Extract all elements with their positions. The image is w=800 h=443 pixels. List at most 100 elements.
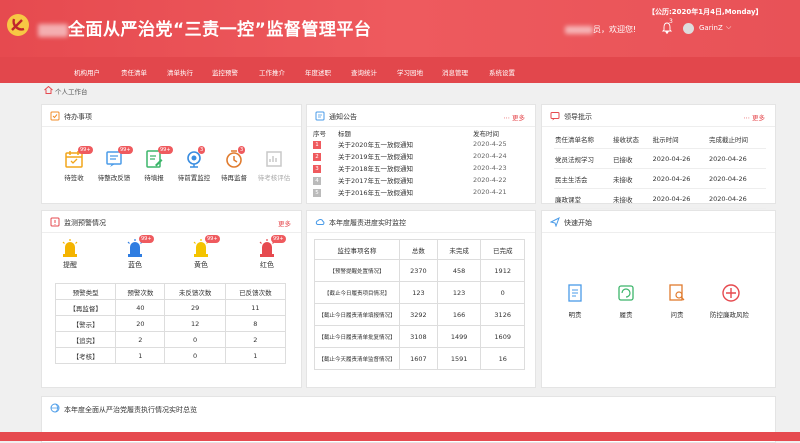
- quick-perform-button[interactable]: 履责: [611, 283, 641, 319]
- todo-item-pre-monitor[interactable]: 3 待前置监控: [177, 146, 211, 182]
- column-header: 接收状态: [612, 129, 652, 149]
- instruction-time: 2020-04-26: [651, 148, 708, 169]
- todo-item-rectify-feedback[interactable]: 99+ 待整改反馈: [97, 146, 133, 182]
- quick-accountability-button[interactable]: 问责: [662, 283, 692, 319]
- document-icon: [568, 284, 582, 302]
- quick-risk-button[interactable]: 防控廉政风险: [710, 283, 749, 319]
- warning-type: 【考核】: [54, 347, 117, 364]
- warning-level-label: 黄色: [194, 261, 208, 269]
- warning-level-blue[interactable]: 99+ 蓝色: [120, 235, 154, 270]
- monitor-item[interactable]: 【截止今天履责清单监督情况】: [314, 347, 400, 370]
- table-row[interactable]: 【警示】 20 12 8: [54, 315, 287, 332]
- todo-label: 待考核评估: [257, 174, 291, 182]
- table-row[interactable]: 【追究】 2 0 2: [54, 331, 287, 348]
- warning-type: 【追究】: [54, 331, 117, 348]
- nav-item-monitor-warning[interactable]: 监控预警: [212, 67, 238, 77]
- send-icon: [550, 217, 560, 227]
- avatar[interactable]: [683, 23, 694, 34]
- panel-title: 本年度履责进度实时监控: [329, 219, 406, 227]
- panel-title: 监测预警情况: [64, 219, 106, 227]
- notice-icon: [315, 111, 325, 121]
- app-title: 全面从严治党“三责一控”监督管理平台: [38, 15, 371, 40]
- column-header: 已完成: [480, 239, 525, 260]
- todo-item-to-fill[interactable]: 99+ 待填报: [137, 146, 173, 182]
- nav-item-learning[interactable]: 学习园地: [397, 67, 423, 77]
- notice-date: 2020-4-21: [473, 188, 507, 196]
- todo-item-re-supervise[interactable]: 3 待再监督: [217, 146, 251, 182]
- monitor-item[interactable]: 【预警提醒处置情况】: [314, 259, 400, 282]
- more-link[interactable]: ⋯ 更多: [503, 112, 525, 122]
- nav-item-list-execution[interactable]: 清单执行: [167, 67, 193, 77]
- monitor-item[interactable]: 【截止今日履责清单批复情况】: [314, 325, 400, 348]
- notice-title[interactable]: 关于2016年五一放假通知: [338, 186, 473, 198]
- nav-item-responsibility-list[interactable]: 责任清单: [121, 67, 147, 77]
- table-row[interactable]: 【预警提醒处置情况】 2370 458 1912: [314, 259, 525, 282]
- warning-count: 1: [115, 347, 166, 364]
- todo-item-assessment[interactable]: 待考核评估: [257, 149, 291, 182]
- panel-title: 领导批示: [564, 113, 592, 121]
- list-name[interactable]: 民主生活会: [554, 168, 613, 189]
- deadline: 2020-04-26: [707, 168, 766, 189]
- leader-table: 责任清单名称 接收状态 批示时间 完成截止时间 党员法规学习 已接收 2020-…: [554, 129, 766, 209]
- more-link[interactable]: 更多: [278, 218, 291, 228]
- monitor-item[interactable]: 【截止今日履责清单填报情况】: [314, 303, 400, 326]
- username[interactable]: GarinZ: [699, 24, 723, 32]
- notice-title[interactable]: 关于2018年五一放假通知: [338, 162, 473, 174]
- incomplete-count: 458: [436, 259, 482, 282]
- table-row[interactable]: 1 关于2020年五一放假通知 2020-4-25: [313, 138, 529, 150]
- home-icon[interactable]: [44, 86, 53, 94]
- notice-title[interactable]: 关于2020年五一放假通知: [338, 138, 473, 150]
- table-row[interactable]: 【再监督】 40 29 11: [54, 299, 287, 316]
- nav-item-messages[interactable]: 消息管理: [442, 67, 468, 77]
- receive-status: 未接收: [612, 188, 652, 209]
- warning-level-yellow[interactable]: 99+ 黄色: [186, 235, 220, 270]
- top-header: 全面从严治党“三责一控”监督管理平台 【公历:2020年1月4日,Monday】…: [0, 0, 800, 57]
- table-row[interactable]: 【截止今日履责清单填报情况】 3292 166 3126: [314, 303, 525, 326]
- notice-title[interactable]: 关于2017年五一放假通知: [338, 174, 473, 186]
- progress-table: 监控事项名称 总数 未完成 已完成 【预警提醒处置情况】 2370 458 1912 …: [314, 239, 525, 370]
- table-row[interactable]: 党员法规学习 已接收 2020-04-26 2020-04-26: [554, 148, 766, 169]
- notice-date: 2020-4-23: [473, 164, 507, 172]
- nav-item-org-users[interactable]: 机构用户: [74, 67, 100, 77]
- table-row[interactable]: 民主生活会 未接收 2020-04-26 2020-04-26: [554, 168, 766, 189]
- nav-item-settings[interactable]: 系统设置: [489, 67, 515, 77]
- table-row[interactable]: 2 关于2019年五一放假通知 2020-4-24: [313, 150, 529, 162]
- table-row[interactable]: 5 关于2016年五一放假通知 2020-4-21: [313, 186, 529, 198]
- table-row[interactable]: 【截止今天履责清单监督情况】 1607 1591 16: [314, 347, 525, 370]
- count-badge: 99+: [78, 146, 93, 154]
- todo-label: 待签收: [64, 174, 84, 182]
- fed-count: 2: [224, 331, 287, 348]
- todo-item-to-sign[interactable]: 99+ 待签收: [57, 146, 93, 182]
- complete-count: 1609: [480, 325, 525, 348]
- nav-item-annual-report[interactable]: 年度述职: [305, 67, 331, 77]
- monitor-item[interactable]: 【截止今日履责项目情况】: [314, 281, 400, 304]
- list-name[interactable]: 廉政课堂: [554, 188, 613, 209]
- quick-clarify-button[interactable]: 明责: [560, 283, 590, 319]
- column-header: 标题: [338, 129, 351, 138]
- complete-count: 3126: [480, 303, 525, 326]
- table-row[interactable]: 4 关于2017年五一放假通知 2020-4-22: [313, 174, 529, 186]
- total-count: 2370: [399, 259, 438, 282]
- count-badge: 99+: [205, 235, 220, 243]
- nav-item-query-stats[interactable]: 查询统计: [351, 67, 377, 77]
- unfed-count: 0: [164, 347, 226, 364]
- count-badge: 3: [198, 146, 206, 154]
- notice-table: 序号 标题 发布时间 1 关于2020年五一放假通知 2020-4-25 2 关于20…: [313, 127, 529, 198]
- warning-level-remind[interactable]: 提醒: [55, 238, 85, 270]
- table-row[interactable]: 廉政课堂 未接收 2020-04-26 2020-04-26: [554, 188, 766, 209]
- warning-count: 20: [115, 315, 166, 332]
- table-row[interactable]: 3 关于2018年五一放假通知 2020-4-23: [313, 162, 529, 174]
- list-name[interactable]: 党员法规学习: [554, 148, 613, 169]
- warning-level-red[interactable]: 99+ 红色: [252, 235, 286, 270]
- more-link[interactable]: ⋯ 更多: [743, 112, 765, 122]
- notice-title[interactable]: 关于2019年五一放假通知: [338, 150, 473, 162]
- globe-icon: [50, 403, 60, 413]
- table-row[interactable]: 【截止今日履责清单批复情况】 3108 1499 1609: [314, 325, 525, 348]
- report-icon: [266, 151, 282, 167]
- table-row[interactable]: 【截止今日履责项目情况】 123 123 0: [314, 281, 525, 304]
- complete-count: 16: [480, 347, 525, 370]
- chevron-down-icon[interactable]: ⌵: [726, 23, 731, 32]
- nav-item-work-promotion[interactable]: 工作推介: [259, 67, 285, 77]
- table-row[interactable]: 【考核】 1 0 1: [54, 347, 287, 364]
- column-header: 未完成: [436, 239, 482, 260]
